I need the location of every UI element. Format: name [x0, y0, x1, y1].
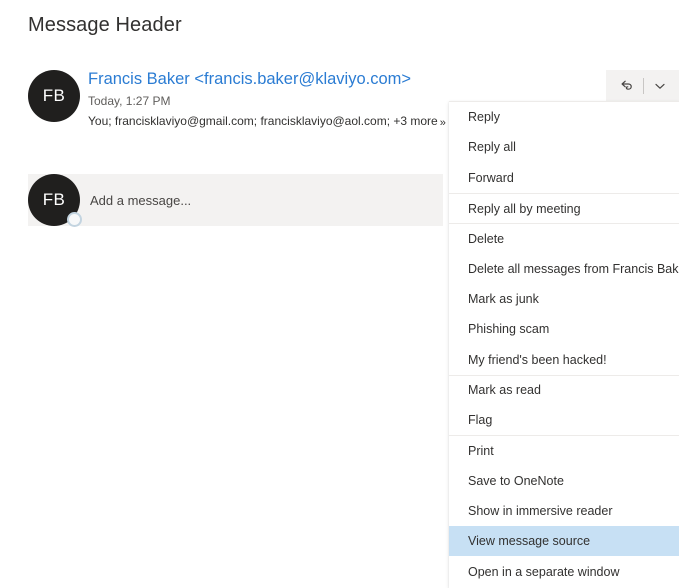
- menu-item[interactable]: Print: [449, 435, 679, 465]
- menu-item-label: Delete: [468, 232, 504, 246]
- expand-recipients-chevron-icon[interactable]: »: [440, 114, 446, 132]
- chevron-down-icon: [653, 79, 667, 93]
- menu-item[interactable]: Delete: [449, 223, 679, 253]
- menu-item-label: Print: [468, 444, 494, 458]
- presence-status-icon: [67, 212, 82, 227]
- menu-item-label: Flag: [468, 413, 492, 427]
- menu-item-label: Mark as read: [468, 383, 541, 397]
- sender-line[interactable]: Francis Baker <francis.baker@klaviyo.com…: [88, 68, 648, 90]
- menu-item[interactable]: Delete all messages from Francis Baker: [449, 253, 679, 283]
- menu-item[interactable]: Flag: [449, 405, 679, 435]
- menu-item-label: Delete all messages from Francis Baker: [468, 262, 679, 276]
- menu-item-label: Mark as junk: [468, 292, 539, 306]
- menu-item[interactable]: Mark as read: [449, 375, 679, 405]
- menu-item-label: Reply all by meeting: [468, 202, 581, 216]
- avatar: FB: [28, 70, 80, 122]
- menu-item[interactable]: Reply all: [449, 132, 679, 162]
- reply-button[interactable]: [614, 72, 640, 100]
- toolbar-divider: [643, 78, 644, 94]
- menu-item[interactable]: Open in a separate window: [449, 556, 679, 586]
- menu-item[interactable]: My friend's been hacked!: [449, 344, 679, 374]
- compose-avatar-wrapper: FB: [28, 174, 80, 226]
- reply-icon: [619, 78, 635, 94]
- menu-item-label: Reply: [468, 110, 500, 124]
- menu-item[interactable]: View message source: [449, 526, 679, 556]
- sender-email-address[interactable]: <francis.baker@klaviyo.com>: [194, 70, 411, 88]
- recipients-text: You; francisklaviyo@gmail.com; franciskl…: [88, 114, 438, 128]
- menu-item[interactable]: Save to OneNote: [449, 466, 679, 496]
- menu-item-label: Phishing scam: [468, 322, 549, 336]
- menu-item[interactable]: Forward: [449, 163, 679, 193]
- menu-item-label: Save to OneNote: [468, 474, 564, 488]
- more-actions-button[interactable]: [647, 72, 673, 100]
- compose-avatar-initials: FB: [43, 190, 66, 210]
- menu-item[interactable]: Show in immersive reader: [449, 496, 679, 526]
- page-title: Message Header: [28, 14, 182, 37]
- menu-item-label: View message source: [468, 534, 590, 548]
- menu-item-label: Reply all: [468, 140, 516, 154]
- avatar-initials: FB: [43, 86, 66, 106]
- menu-item-label: Show in immersive reader: [468, 504, 613, 518]
- message-actions-toolbar: [606, 70, 679, 102]
- menu-item[interactable]: Reply: [449, 102, 679, 132]
- menu-item-label: Open in a separate window: [468, 565, 619, 579]
- menu-item[interactable]: Mark as junk: [449, 284, 679, 314]
- sender-name[interactable]: Francis Baker: [88, 70, 190, 88]
- menu-item-label: Forward: [468, 171, 514, 185]
- menu-item[interactable]: Reply all by meeting: [449, 193, 679, 223]
- compose-reply-row[interactable]: FB Add a message...: [28, 174, 443, 226]
- add-message-input[interactable]: Add a message...: [90, 174, 191, 226]
- message-context-menu: Reply Reply all Forward Reply all by meetin…: [449, 101, 679, 588]
- menu-item[interactable]: Phishing scam: [449, 314, 679, 344]
- menu-item-label: My friend's been hacked!: [468, 353, 607, 367]
